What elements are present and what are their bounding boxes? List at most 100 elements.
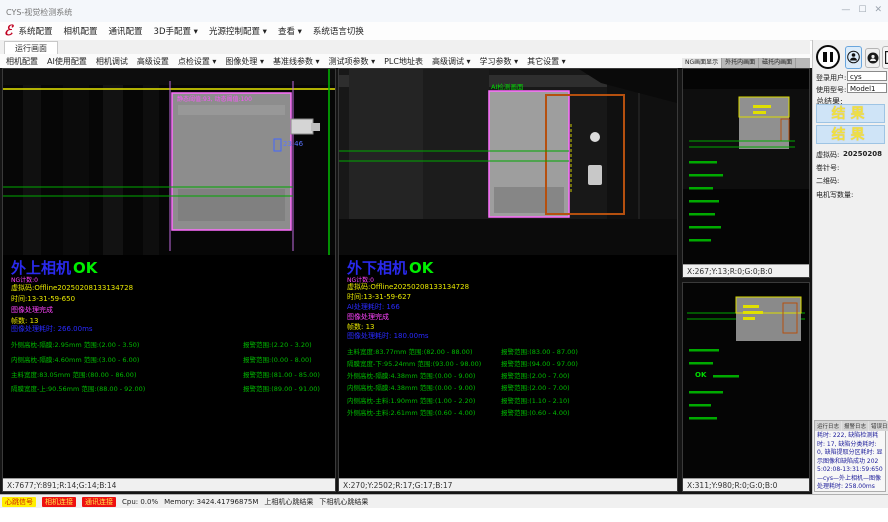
log-text: 耗时: 222, 缺陷检测耗时: 17, 缺陷分类耗时: 0, 缺陷提取分区耗时… xyxy=(815,431,885,493)
process-done-line: 图像处理完成 xyxy=(347,312,389,322)
tab-run-screen[interactable]: 运行画面 xyxy=(4,41,58,55)
tool-baseline-params[interactable]: 基准线参数 ▾ xyxy=(273,56,320,67)
comm-connection-indicator: 通讯连接 xyxy=(82,497,116,507)
log-tab-run[interactable]: 运行日志 xyxy=(815,421,841,431)
memory-usage: Memory: 3424.41796875M xyxy=(164,498,258,506)
title-bar: CYS-视觉检测系统 — ☐ ✕ xyxy=(0,0,888,23)
mid-camera-panel: AI检测画面 外下相机OK NG计数:0 虚拟码:Offline20250208… xyxy=(338,68,678,492)
measure-value-overlay: 23.46 xyxy=(283,140,303,148)
tool-image-processing[interactable]: 图像处理 ▾ xyxy=(225,56,264,67)
menu-view[interactable]: 查看 ▾ xyxy=(278,25,302,37)
ai-view-overlay-label: AI检测画面 xyxy=(491,81,523,91)
side-camera-panel-2: OK X:311;Y:980;R:0;G:0;B:0 xyxy=(682,282,810,492)
status-bar: 心跳信号 相机连接 通讯连接 Cpu: 0.0% Memory: 3424.41… xyxy=(0,494,888,508)
menu-light-config[interactable]: 光源控制配置 ▾ xyxy=(209,25,267,37)
tab-mag-view[interactable]: 磁托内画面 xyxy=(759,58,796,68)
log-panel: 运行日志 报警日志 错误日志 耗时: 222, 缺陷检测耗时: 17, 缺陷分类… xyxy=(814,420,886,492)
threshold-overlay-text: 静态阈值:93, 动态阈值:100 xyxy=(177,94,252,103)
measurement-row: 内侧高枕-主料:1.90mm 范围:(1.00 - 2.20)报警范围:(1.1… xyxy=(347,395,475,405)
measurement-row: 主料宽度:83.05mm 范围:(80.00 - 86.00)报警范围:(81.… xyxy=(11,369,136,379)
process-time-line: 图像处理耗时: 266.00ms xyxy=(11,324,93,334)
log-tab-error[interactable]: 错误日志 xyxy=(869,421,888,431)
side-view-tabs: NG画面显示 外托内画面 磁托内画面 xyxy=(682,58,810,68)
measurement-row: 隔膜宽度-下:95.24mm 范围:(93.00 - 98.00)报警范围:(9… xyxy=(347,358,481,368)
left-camera-image xyxy=(3,69,335,255)
side2-ok-label: OK xyxy=(695,371,706,379)
measurement-row: 主料宽度:83.77mm 范围:(82.00 - 88.00)报警范围:(83.… xyxy=(347,346,472,356)
tool-camera-config[interactable]: 相机配置 xyxy=(6,56,38,67)
login-user-button[interactable] xyxy=(845,46,862,69)
tool-test-params[interactable]: 测试项参数 ▾ xyxy=(329,56,376,67)
result-box-lower: 结果 xyxy=(816,125,885,144)
tab-row: 运行画面 xyxy=(0,40,810,55)
side1-cursor-status: X:267;Y:13;R:0;G:0;B:0 xyxy=(683,264,809,277)
close-button[interactable]: ✕ xyxy=(874,5,882,15)
mid-cursor-status: X:270;Y:2502;R:17;G:17;B:17 xyxy=(339,478,677,491)
barcode-line: 虚拟码:Offline20250208133134728 xyxy=(347,282,469,292)
log-tab-alarm[interactable]: 报警日志 xyxy=(842,421,868,431)
menu-system-config[interactable]: 系统配置 xyxy=(18,25,52,37)
tab-outer-view[interactable]: 外托内画面 xyxy=(722,58,759,68)
pin-number-label: 卷针号: xyxy=(816,163,839,173)
side-camera-image-2 xyxy=(683,283,809,479)
side2-cursor-status: X:311;Y:980;R:0;G:0;B:0 xyxy=(683,478,809,491)
menu-camera-config[interactable]: 相机配置 xyxy=(64,25,98,37)
result-box-upper: 结果 xyxy=(816,104,885,123)
heartbeat-indicator: 心跳信号 xyxy=(2,497,36,507)
pause-button[interactable] xyxy=(816,45,840,69)
menu-comm-config[interactable]: 通讯配置 xyxy=(109,25,143,37)
menu-language-switch[interactable]: 系统语言切换 xyxy=(313,25,364,37)
lower-camera-heartbeat: 下相机心跳结果 xyxy=(319,497,368,507)
left-cursor-status: X:7677;Y:891;R:14;G:14;B:14 xyxy=(3,478,335,491)
ok-status: OK xyxy=(73,259,97,277)
maximize-button[interactable]: ☐ xyxy=(858,5,866,15)
process-time-line: 图像处理耗时: 180.00ms xyxy=(347,331,429,341)
switch-user-button[interactable] xyxy=(865,48,880,68)
login-user-label: 登录用户: xyxy=(816,73,846,83)
process-done-line: 图像处理完成 xyxy=(11,305,53,315)
menu-3d-config[interactable]: 3D手配置 ▾ xyxy=(154,25,198,37)
model-label: 使用型号: xyxy=(816,85,846,95)
time-line: 时间:13-31-59-650 xyxy=(11,294,75,304)
barcode-line: 虚拟码:Offline20250208133134728 xyxy=(11,283,133,293)
virtual-code-label: 虚拟码: xyxy=(816,150,839,160)
tool-advanced-settings[interactable]: 高级设置 xyxy=(137,56,169,67)
measurement-row: 隔膜宽度-上:90.56mm 范围:(88.00 - 92.00)报警范围:(8… xyxy=(11,383,145,393)
cpu-usage: Cpu: 0.0% xyxy=(122,498,158,506)
side-camera-image-1 xyxy=(683,69,809,265)
exit-button[interactable] xyxy=(882,46,888,69)
app-logo-icon: ℰ xyxy=(4,24,12,38)
tool-plc-address[interactable]: PLC地址表 xyxy=(384,56,423,67)
qr-code-label: 二维码: xyxy=(816,176,839,186)
tool-learning-params[interactable]: 学习参数 ▾ xyxy=(480,56,519,67)
tool-other-settings[interactable]: 其它设置 ▾ xyxy=(527,56,566,67)
tool-advanced-debug[interactable]: 高级调试 ▾ xyxy=(432,56,471,67)
menu-bar: ℰ 系统配置 相机配置 通讯配置 3D手配置 ▾ 光源控制配置 ▾ 查看 ▾ 系… xyxy=(0,22,888,41)
measurement-row: 外侧高枕-主料:2.61mm 范围:(0.60 - 4.00)报警范围:(0.6… xyxy=(347,407,475,417)
ok-status: OK xyxy=(409,259,433,277)
measurement-row: 内侧高枕-隔膜:4.60mm 范围:(3.00 - 6.00)报警范围:(0.0… xyxy=(11,354,139,364)
tool-camera-debug[interactable]: 相机调试 xyxy=(96,56,128,67)
tool-spot-check[interactable]: 点检设置 ▾ xyxy=(178,56,217,67)
camera-connection-indicator: 相机连接 xyxy=(42,497,76,507)
time-line: 时间:13-31-59-627 xyxy=(347,292,411,302)
model-field[interactable]: Model1 xyxy=(847,83,887,93)
tool-ai-config[interactable]: AI使用配置 xyxy=(47,56,87,67)
login-user-field[interactable]: cys xyxy=(847,71,887,81)
bottom-margin xyxy=(0,508,888,522)
user-icon xyxy=(847,50,860,65)
left-camera-panel: 静态阈值:93, 动态阈值:100 23.46 外上相机OK NG计数:0 虚拟… xyxy=(2,68,336,492)
app-window: CYS-视觉检测系统 — ☐ ✕ ℰ 系统配置 相机配置 通讯配置 3D手配置 … xyxy=(0,0,888,522)
virtual-code-value: 20250208 xyxy=(843,150,882,158)
tab-ng-view[interactable]: NG画面显示 xyxy=(682,58,722,68)
mid-camera-image xyxy=(339,69,677,255)
minimize-button[interactable]: — xyxy=(841,5,850,15)
user-dark-icon xyxy=(867,52,879,64)
measurement-row: 外侧高枕-隔膜:2.95mm 范围:(2.00 - 3.50)报警范围:(2.2… xyxy=(11,339,139,349)
window-title: CYS-视觉检测系统 xyxy=(6,7,72,18)
upper-camera-heartbeat: 上相机心跳结果 xyxy=(264,497,313,507)
side-camera-panel-1: X:267;Y:13;R:0;G:0;B:0 xyxy=(682,68,810,278)
log-tabs: 运行日志 报警日志 错误日志 xyxy=(815,421,885,431)
ai-time-line: AI处理耗时: 166 xyxy=(347,302,400,312)
measurement-row: 内侧高枕-隔膜:4.38mm 范围:(0.00 - 9.00)报警范围:(2.0… xyxy=(347,382,475,392)
